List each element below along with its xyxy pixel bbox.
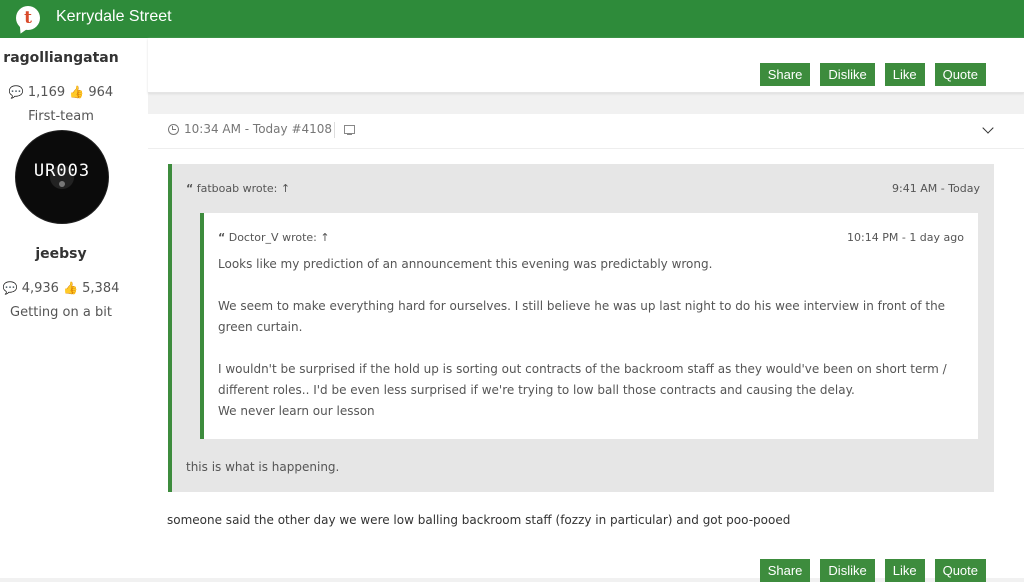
user-rank: First-team <box>28 109 94 124</box>
user-stats: 💬 1,169 👍 964 <box>0 85 122 100</box>
quote-author[interactable]: “ fatboab wrote: ↑ <box>186 182 290 195</box>
quote-author[interactable]: “ Doctor_V wrote: ↑ <box>218 231 330 244</box>
share-button[interactable]: Share <box>759 63 811 86</box>
quote-block: “ fatboab wrote: ↑ 9:41 AM - Today “ Doc… <box>168 164 994 492</box>
dislike-button[interactable]: Dislike <box>820 63 875 86</box>
like-button[interactable]: Like <box>884 559 925 582</box>
comment-icon: 💬 <box>8 85 24 99</box>
comment-icon: 💬 <box>2 281 18 295</box>
user-column: ragolliangatan 💬 1,169 👍 964 First-team … <box>0 38 148 578</box>
post-meta[interactable]: 10:34 AM - Today #4108 <box>184 122 332 136</box>
quote-time: 10:14 PM - 1 day ago <box>847 231 964 244</box>
logo-glyph: t <box>24 8 32 28</box>
monitor-icon <box>344 125 355 135</box>
record-hole <box>59 181 65 187</box>
site-title[interactable]: Kerrydale Street <box>56 8 172 26</box>
post-header: 10:34 AM - Today #4108 <box>148 114 1024 149</box>
quote-paragraph: We seem to make everything hard for ours… <box>218 299 946 334</box>
quote-text: Looks like my prediction of an announcem… <box>218 254 970 422</box>
user-stats: 💬 4,936 👍 5,384 <box>0 281 122 296</box>
post-card-previous: Share Dislike Like Quote <box>148 38 1024 93</box>
quote-author-label: fatboab wrote: ↑ <box>196 182 291 195</box>
avatar-text: UR003 <box>33 161 91 181</box>
chevron-down-icon[interactable] <box>982 122 994 134</box>
post-body: someone said the other day we were low b… <box>167 513 791 527</box>
dislike-button[interactable]: Dislike <box>820 559 875 582</box>
quote-reply-text: this is what is happening. <box>186 460 340 474</box>
share-button[interactable]: Share <box>759 559 811 582</box>
like-count: 5,384 <box>82 281 120 296</box>
username[interactable]: ragolliangatan <box>0 50 122 66</box>
thumbs-up-icon: 👍 <box>69 85 85 99</box>
quote-author-label: Doctor_V wrote: ↑ <box>228 231 330 244</box>
clock-icon <box>168 124 179 135</box>
like-count: 964 <box>88 85 114 100</box>
like-button[interactable]: Like <box>884 63 925 86</box>
post-count: 1,169 <box>27 85 66 100</box>
quote-button[interactable]: Quote <box>934 559 986 582</box>
avatar[interactable]: UR003 <box>15 130 109 224</box>
quote-time: 9:41 AM - Today <box>892 182 980 195</box>
post-actions: Share Dislike Like Quote <box>750 63 986 86</box>
quote-icon: “ <box>218 231 226 244</box>
post-card: 10:34 AM - Today #4108 “ fatboab wrote: … <box>148 114 1024 582</box>
quote-button[interactable]: Quote <box>934 63 986 86</box>
username[interactable]: jeebsy <box>0 246 122 262</box>
nested-quote-block: “ Doctor_V wrote: ↑ 10:14 PM - 1 day ago… <box>200 213 978 439</box>
quote-icon: “ <box>186 182 194 195</box>
quote-paragraph: Looks like my prediction of an announcem… <box>218 257 713 271</box>
thumbs-up-icon: 👍 <box>63 281 79 295</box>
site-logo-icon[interactable]: t <box>16 6 40 30</box>
post-actions: Share Dislike Like Quote <box>750 559 986 582</box>
post-count: 4,936 <box>21 281 59 296</box>
user-rank: Getting on a bit <box>10 305 112 320</box>
divider <box>334 122 335 138</box>
top-bar: t Kerrydale Street <box>0 0 1024 38</box>
quote-paragraph: I wouldn't be surprised if the hold up i… <box>218 362 947 418</box>
